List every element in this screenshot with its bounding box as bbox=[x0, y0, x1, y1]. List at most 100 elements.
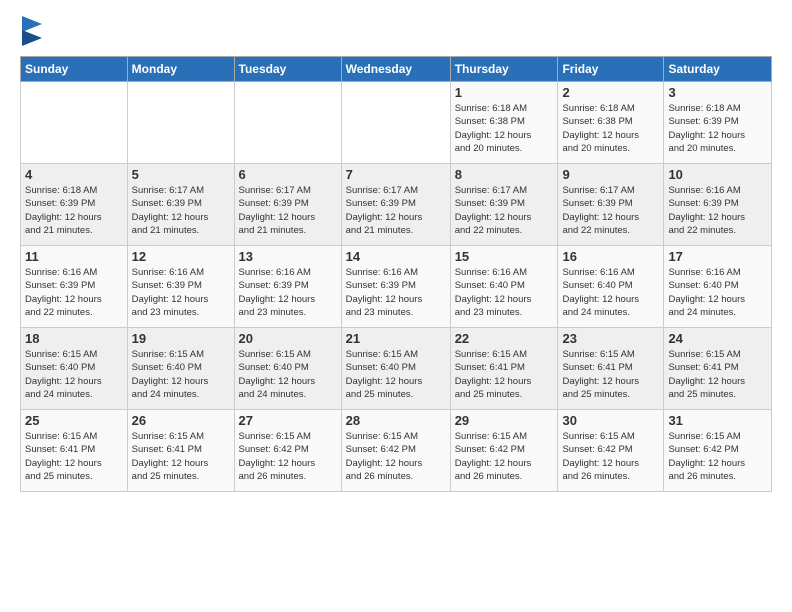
weekday-header: Tuesday bbox=[234, 57, 341, 82]
calendar-cell: 23 Sunrise: 6:15 AMSunset: 6:41 PMDayligh… bbox=[558, 328, 664, 410]
day-number: 12 bbox=[132, 249, 230, 264]
day-info: Sunrise: 6:16 AMSunset: 6:39 PMDaylight:… bbox=[346, 266, 446, 319]
weekday-header: Monday bbox=[127, 57, 234, 82]
calendar-header-row: SundayMondayTuesdayWednesdayThursdayFrid… bbox=[21, 57, 772, 82]
day-number: 19 bbox=[132, 331, 230, 346]
day-info: Sunrise: 6:18 AMSunset: 6:38 PMDaylight:… bbox=[455, 102, 554, 155]
calendar-cell: 12 Sunrise: 6:16 AMSunset: 6:39 PMDayligh… bbox=[127, 246, 234, 328]
day-number: 22 bbox=[455, 331, 554, 346]
day-number: 9 bbox=[562, 167, 659, 182]
day-number: 13 bbox=[239, 249, 337, 264]
calendar-cell: 8 Sunrise: 6:17 AMSunset: 6:39 PMDaylight… bbox=[450, 164, 558, 246]
day-info: Sunrise: 6:15 AMSunset: 6:41 PMDaylight:… bbox=[455, 348, 554, 401]
day-number: 18 bbox=[25, 331, 123, 346]
day-info: Sunrise: 6:17 AMSunset: 6:39 PMDaylight:… bbox=[132, 184, 230, 237]
calendar-cell: 21 Sunrise: 6:15 AMSunset: 6:40 PMDayligh… bbox=[341, 328, 450, 410]
calendar-cell: 27 Sunrise: 6:15 AMSunset: 6:42 PMDayligh… bbox=[234, 410, 341, 492]
calendar-cell: 11 Sunrise: 6:16 AMSunset: 6:39 PMDayligh… bbox=[21, 246, 128, 328]
day-info: Sunrise: 6:15 AMSunset: 6:40 PMDaylight:… bbox=[346, 348, 446, 401]
day-number: 5 bbox=[132, 167, 230, 182]
calendar-cell bbox=[21, 82, 128, 164]
day-info: Sunrise: 6:17 AMSunset: 6:39 PMDaylight:… bbox=[455, 184, 554, 237]
calendar-table: SundayMondayTuesdayWednesdayThursdayFrid… bbox=[20, 56, 772, 492]
day-info: Sunrise: 6:18 AMSunset: 6:39 PMDaylight:… bbox=[25, 184, 123, 237]
day-info: Sunrise: 6:16 AMSunset: 6:39 PMDaylight:… bbox=[132, 266, 230, 319]
day-info: Sunrise: 6:15 AMSunset: 6:42 PMDaylight:… bbox=[239, 430, 337, 483]
calendar-cell: 1Sunrise: 6:18 AMSunset: 6:38 PMDaylight… bbox=[450, 82, 558, 164]
day-info: Sunrise: 6:17 AMSunset: 6:39 PMDaylight:… bbox=[346, 184, 446, 237]
calendar-cell: 16Sunrise: 6:16 AMSunset: 6:40 PMDayligh… bbox=[558, 246, 664, 328]
day-number: 7 bbox=[346, 167, 446, 182]
day-info: Sunrise: 6:15 AMSunset: 6:42 PMDaylight:… bbox=[346, 430, 446, 483]
day-info: Sunrise: 6:16 AMSunset: 6:39 PMDaylight:… bbox=[239, 266, 337, 319]
calendar-cell: 2 Sunrise: 6:18 AMSunset: 6:38 PMDaylight… bbox=[558, 82, 664, 164]
calendar-cell: 5 Sunrise: 6:17 AMSunset: 6:39 PMDaylight… bbox=[127, 164, 234, 246]
calendar-cell: 19 Sunrise: 6:15 AMSunset: 6:40 PMDayligh… bbox=[127, 328, 234, 410]
day-info: Sunrise: 6:15 AMSunset: 6:42 PMDaylight:… bbox=[455, 430, 554, 483]
day-number: 15 bbox=[455, 249, 554, 264]
calendar-cell: 20 Sunrise: 6:15 AMSunset: 6:40 PMDayligh… bbox=[234, 328, 341, 410]
day-number: 31 bbox=[668, 413, 767, 428]
day-info: Sunrise: 6:15 AMSunset: 6:40 PMDaylight:… bbox=[25, 348, 123, 401]
day-info: Sunrise: 6:15 AMSunset: 6:40 PMDaylight:… bbox=[239, 348, 337, 401]
day-number: 6 bbox=[239, 167, 337, 182]
day-number: 8 bbox=[455, 167, 554, 182]
day-number: 26 bbox=[132, 413, 230, 428]
day-number: 25 bbox=[25, 413, 123, 428]
calendar-cell: 3 Sunrise: 6:18 AMSunset: 6:39 PMDaylight… bbox=[664, 82, 772, 164]
day-number: 11 bbox=[25, 249, 123, 264]
calendar-cell bbox=[341, 82, 450, 164]
day-number: 4 bbox=[25, 167, 123, 182]
day-number: 14 bbox=[346, 249, 446, 264]
day-number: 20 bbox=[239, 331, 337, 346]
calendar-cell bbox=[234, 82, 341, 164]
day-number: 29 bbox=[455, 413, 554, 428]
day-number: 27 bbox=[239, 413, 337, 428]
day-info: Sunrise: 6:16 AMSunset: 6:40 PMDaylight:… bbox=[668, 266, 767, 319]
calendar-cell: 14 Sunrise: 6:16 AMSunset: 6:39 PMDayligh… bbox=[341, 246, 450, 328]
day-info: Sunrise: 6:18 AMSunset: 6:39 PMDaylight:… bbox=[668, 102, 767, 155]
day-info: Sunrise: 6:18 AMSunset: 6:38 PMDaylight:… bbox=[562, 102, 659, 155]
weekday-header: Thursday bbox=[450, 57, 558, 82]
day-number: 10 bbox=[668, 167, 767, 182]
day-info: Sunrise: 6:15 AMSunset: 6:41 PMDaylight:… bbox=[25, 430, 123, 483]
calendar-cell: 13 Sunrise: 6:16 AMSunset: 6:39 PMDayligh… bbox=[234, 246, 341, 328]
calendar-cell: 28 Sunrise: 6:15 AMSunset: 6:42 PMDayligh… bbox=[341, 410, 450, 492]
page: SundayMondayTuesdayWednesdayThursdayFrid… bbox=[0, 0, 792, 612]
day-info: Sunrise: 6:16 AMSunset: 6:40 PMDaylight:… bbox=[455, 266, 554, 319]
day-info: Sunrise: 6:15 AMSunset: 6:41 PMDaylight:… bbox=[668, 348, 767, 401]
calendar-cell: 7 Sunrise: 6:17 AMSunset: 6:39 PMDaylight… bbox=[341, 164, 450, 246]
weekday-header: Friday bbox=[558, 57, 664, 82]
calendar-cell bbox=[127, 82, 234, 164]
calendar-cell: 6 Sunrise: 6:17 AMSunset: 6:39 PMDaylight… bbox=[234, 164, 341, 246]
calendar-cell: 9Sunrise: 6:17 AMSunset: 6:39 PMDaylight… bbox=[558, 164, 664, 246]
calendar-week-row: 25 Sunrise: 6:15 AMSunset: 6:41 PMDayligh… bbox=[21, 410, 772, 492]
day-number: 23 bbox=[562, 331, 659, 346]
header bbox=[20, 16, 772, 46]
day-info: Sunrise: 6:15 AMSunset: 6:42 PMDaylight:… bbox=[668, 430, 767, 483]
calendar-week-row: 1Sunrise: 6:18 AMSunset: 6:38 PMDaylight… bbox=[21, 82, 772, 164]
day-number: 3 bbox=[668, 85, 767, 100]
calendar-cell: 17Sunrise: 6:16 AMSunset: 6:40 PMDayligh… bbox=[664, 246, 772, 328]
calendar-week-row: 4 Sunrise: 6:18 AMSunset: 6:39 PMDaylight… bbox=[21, 164, 772, 246]
calendar-cell: 26Sunrise: 6:15 AMSunset: 6:41 PMDayligh… bbox=[127, 410, 234, 492]
day-number: 28 bbox=[346, 413, 446, 428]
day-number: 24 bbox=[668, 331, 767, 346]
day-number: 21 bbox=[346, 331, 446, 346]
logo bbox=[20, 16, 42, 46]
weekday-header: Saturday bbox=[664, 57, 772, 82]
day-info: Sunrise: 6:15 AMSunset: 6:40 PMDaylight:… bbox=[132, 348, 230, 401]
calendar-week-row: 18 Sunrise: 6:15 AMSunset: 6:40 PMDayligh… bbox=[21, 328, 772, 410]
day-info: Sunrise: 6:15 AMSunset: 6:41 PMDaylight:… bbox=[562, 348, 659, 401]
calendar-cell: 24 Sunrise: 6:15 AMSunset: 6:41 PMDayligh… bbox=[664, 328, 772, 410]
weekday-header: Sunday bbox=[21, 57, 128, 82]
day-number: 30 bbox=[562, 413, 659, 428]
calendar-cell: 15 Sunrise: 6:16 AMSunset: 6:40 PMDayligh… bbox=[450, 246, 558, 328]
calendar-cell: 18 Sunrise: 6:15 AMSunset: 6:40 PMDayligh… bbox=[21, 328, 128, 410]
weekday-header: Wednesday bbox=[341, 57, 450, 82]
day-info: Sunrise: 6:16 AMSunset: 6:39 PMDaylight:… bbox=[25, 266, 123, 319]
day-info: Sunrise: 6:17 AMSunset: 6:39 PMDaylight:… bbox=[239, 184, 337, 237]
day-number: 2 bbox=[562, 85, 659, 100]
day-info: Sunrise: 6:15 AMSunset: 6:42 PMDaylight:… bbox=[562, 430, 659, 483]
day-number: 16 bbox=[562, 249, 659, 264]
